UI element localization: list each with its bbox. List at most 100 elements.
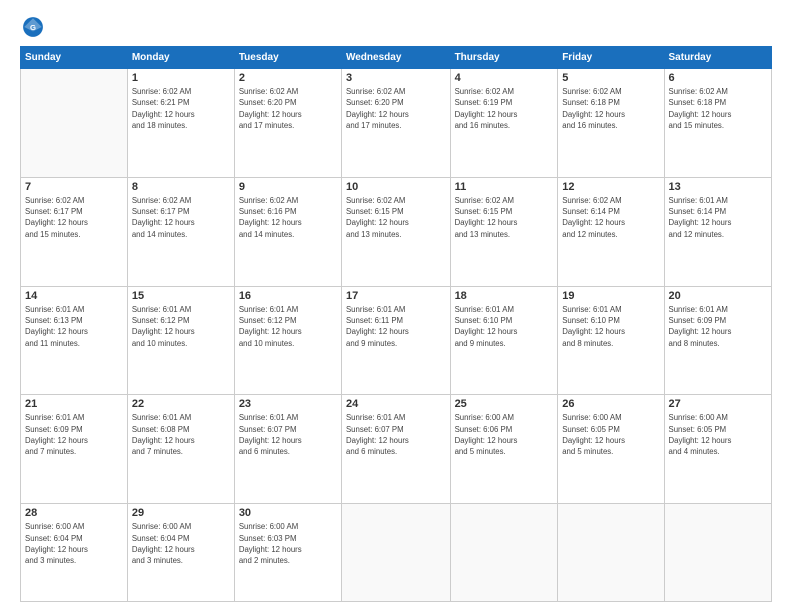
day-info: Sunrise: 6:00 AM Sunset: 6:04 PM Dayligh…: [132, 521, 230, 566]
day-number: 20: [669, 290, 767, 302]
day-number: 16: [239, 290, 337, 302]
day-info: Sunrise: 6:01 AM Sunset: 6:13 PM Dayligh…: [25, 304, 123, 349]
day-number: 8: [132, 181, 230, 193]
day-number: 18: [455, 290, 554, 302]
weekday-header: Wednesday: [341, 47, 450, 69]
day-info: Sunrise: 6:02 AM Sunset: 6:20 PM Dayligh…: [239, 86, 337, 131]
day-number: 24: [346, 398, 446, 410]
day-info: Sunrise: 6:02 AM Sunset: 6:18 PM Dayligh…: [562, 86, 659, 131]
day-number: 14: [25, 290, 123, 302]
page: G SundayMondayTuesdayWednesdayThursdayFr…: [0, 0, 792, 612]
calendar-cell: 28 Sunrise: 6:00 AM Sunset: 6:04 PM Dayli…: [21, 504, 128, 602]
day-number: 23: [239, 398, 337, 410]
calendar-cell: 25Sunrise: 6:00 AM Sunset: 6:06 PM Dayli…: [450, 395, 558, 504]
day-info: Sunrise: 6:00 AM Sunset: 6:05 PM Dayligh…: [562, 412, 659, 457]
calendar-cell: 1 Sunrise: 6:02 AM Sunset: 6:21 PM Daylig…: [127, 69, 234, 178]
weekday-header: Friday: [558, 47, 664, 69]
logo-icon: G: [22, 16, 44, 38]
day-number: 4: [455, 72, 554, 84]
day-info: Sunrise: 6:00 AM Sunset: 6:04 PM Dayligh…: [25, 521, 123, 566]
weekday-header: Tuesday: [234, 47, 341, 69]
day-number: 1: [132, 72, 230, 84]
header: G: [20, 16, 772, 38]
calendar-cell: 2 Sunrise: 6:02 AM Sunset: 6:20 PM Daylig…: [234, 69, 341, 178]
weekday-header: Thursday: [450, 47, 558, 69]
day-info: Sunrise: 6:02 AM Sunset: 6:17 PM Dayligh…: [132, 195, 230, 240]
day-info: Sunrise: 6:02 AM Sunset: 6:14 PM Dayligh…: [562, 195, 659, 240]
calendar-week-row: 21 Sunrise: 6:01 AM Sunset: 6:09 PM Dayli…: [21, 395, 772, 504]
day-number: 25: [455, 398, 554, 410]
day-info: Sunrise: 6:00 AM Sunset: 6:05 PM Dayligh…: [669, 412, 767, 457]
day-number: 2: [239, 72, 337, 84]
day-number: 11: [455, 181, 554, 193]
day-number: 6: [669, 72, 767, 84]
day-number: 17: [346, 290, 446, 302]
day-info: Sunrise: 6:02 AM Sunset: 6:15 PM Dayligh…: [455, 195, 554, 240]
calendar-table: SundayMondayTuesdayWednesdayThursdayFrid…: [20, 46, 772, 602]
calendar-cell: 20 Sunrise: 6:01 AM Sunset: 6:09 PM Dayli…: [664, 286, 771, 395]
calendar-week-row: 14 Sunrise: 6:01 AM Sunset: 6:13 PM Dayli…: [21, 286, 772, 395]
day-number: 21: [25, 398, 123, 410]
calendar-cell: 3Sunrise: 6:02 AM Sunset: 6:20 PM Daylig…: [341, 69, 450, 178]
weekday-header: Sunday: [21, 47, 128, 69]
calendar-cell: 8 Sunrise: 6:02 AM Sunset: 6:17 PM Daylig…: [127, 177, 234, 286]
day-info: Sunrise: 6:00 AM Sunset: 6:03 PM Dayligh…: [239, 521, 337, 566]
day-info: Sunrise: 6:02 AM Sunset: 6:21 PM Dayligh…: [132, 86, 230, 131]
calendar-cell: [341, 504, 450, 602]
calendar-cell: [558, 504, 664, 602]
weekday-header: Saturday: [664, 47, 771, 69]
day-number: 27: [669, 398, 767, 410]
svg-text:G: G: [30, 23, 36, 32]
calendar-cell: 12 Sunrise: 6:02 AM Sunset: 6:14 PM Dayli…: [558, 177, 664, 286]
calendar-cell: 23 Sunrise: 6:01 AM Sunset: 6:07 PM Dayli…: [234, 395, 341, 504]
calendar-cell: 14 Sunrise: 6:01 AM Sunset: 6:13 PM Dayli…: [21, 286, 128, 395]
calendar-cell: 15 Sunrise: 6:01 AM Sunset: 6:12 PM Dayli…: [127, 286, 234, 395]
day-info: Sunrise: 6:01 AM Sunset: 6:12 PM Dayligh…: [239, 304, 337, 349]
calendar-cell: 7Sunrise: 6:02 AM Sunset: 6:17 PM Daylig…: [21, 177, 128, 286]
calendar-week-row: 7 Sunrise: 6:02 AM Sunset: 6:17 PM Daylig…: [21, 177, 772, 286]
day-number: 26: [562, 398, 659, 410]
day-info: Sunrise: 6:01 AM Sunset: 6:10 PM Dayligh…: [562, 304, 659, 349]
day-number: 9: [239, 181, 337, 193]
calendar-week-row: 1 Sunrise: 6:02 AM Sunset: 6:21 PM Daylig…: [21, 69, 772, 178]
day-number: 15: [132, 290, 230, 302]
day-number: 13: [669, 181, 767, 193]
calendar-week-row: 28 Sunrise: 6:00 AM Sunset: 6:04 PM Dayli…: [21, 504, 772, 602]
calendar-cell: 16 Sunrise: 6:01 AM Sunset: 6:12 PM Dayli…: [234, 286, 341, 395]
day-info: Sunrise: 6:02 AM Sunset: 6:20 PM Dayligh…: [346, 86, 446, 131]
calendar-cell: 10Sunrise: 6:02 AM Sunset: 6:15 PM Dayli…: [341, 177, 450, 286]
day-info: Sunrise: 6:01 AM Sunset: 6:09 PM Dayligh…: [25, 412, 123, 457]
day-number: 7: [25, 181, 123, 193]
day-number: 12: [562, 181, 659, 193]
calendar-cell: 9 Sunrise: 6:02 AM Sunset: 6:16 PM Daylig…: [234, 177, 341, 286]
calendar-cell: 13 Sunrise: 6:01 AM Sunset: 6:14 PM Dayli…: [664, 177, 771, 286]
day-info: Sunrise: 6:01 AM Sunset: 6:11 PM Dayligh…: [346, 304, 446, 349]
calendar-cell: [664, 504, 771, 602]
day-number: 19: [562, 290, 659, 302]
calendar-cell: 22Sunrise: 6:01 AM Sunset: 6:08 PM Dayli…: [127, 395, 234, 504]
day-number: 22: [132, 398, 230, 410]
day-number: 29: [132, 507, 230, 519]
day-number: 28: [25, 507, 123, 519]
calendar-cell: 21 Sunrise: 6:01 AM Sunset: 6:09 PM Dayli…: [21, 395, 128, 504]
calendar-cell: 17 Sunrise: 6:01 AM Sunset: 6:11 PM Dayli…: [341, 286, 450, 395]
day-info: Sunrise: 6:01 AM Sunset: 6:07 PM Dayligh…: [239, 412, 337, 457]
day-number: 30: [239, 507, 337, 519]
calendar-cell: 27 Sunrise: 6:00 AM Sunset: 6:05 PM Dayli…: [664, 395, 771, 504]
calendar-cell: 26 Sunrise: 6:00 AM Sunset: 6:05 PM Dayli…: [558, 395, 664, 504]
day-info: Sunrise: 6:01 AM Sunset: 6:12 PM Dayligh…: [132, 304, 230, 349]
calendar-cell: [450, 504, 558, 602]
calendar-cell: 4 Sunrise: 6:02 AM Sunset: 6:19 PM Daylig…: [450, 69, 558, 178]
weekday-header-row: SundayMondayTuesdayWednesdayThursdayFrid…: [21, 47, 772, 69]
calendar-cell: 5Sunrise: 6:02 AM Sunset: 6:18 PM Daylig…: [558, 69, 664, 178]
day-info: Sunrise: 6:02 AM Sunset: 6:19 PM Dayligh…: [455, 86, 554, 131]
logo: G: [20, 16, 44, 38]
day-info: Sunrise: 6:01 AM Sunset: 6:09 PM Dayligh…: [669, 304, 767, 349]
weekday-header: Monday: [127, 47, 234, 69]
calendar-cell: 11 Sunrise: 6:02 AM Sunset: 6:15 PM Dayli…: [450, 177, 558, 286]
day-info: Sunrise: 6:01 AM Sunset: 6:10 PM Dayligh…: [455, 304, 554, 349]
calendar-cell: 30 Sunrise: 6:00 AM Sunset: 6:03 PM Dayli…: [234, 504, 341, 602]
calendar-cell: 19 Sunrise: 6:01 AM Sunset: 6:10 PM Dayli…: [558, 286, 664, 395]
day-info: Sunrise: 6:02 AM Sunset: 6:16 PM Dayligh…: [239, 195, 337, 240]
day-info: Sunrise: 6:01 AM Sunset: 6:14 PM Dayligh…: [669, 195, 767, 240]
